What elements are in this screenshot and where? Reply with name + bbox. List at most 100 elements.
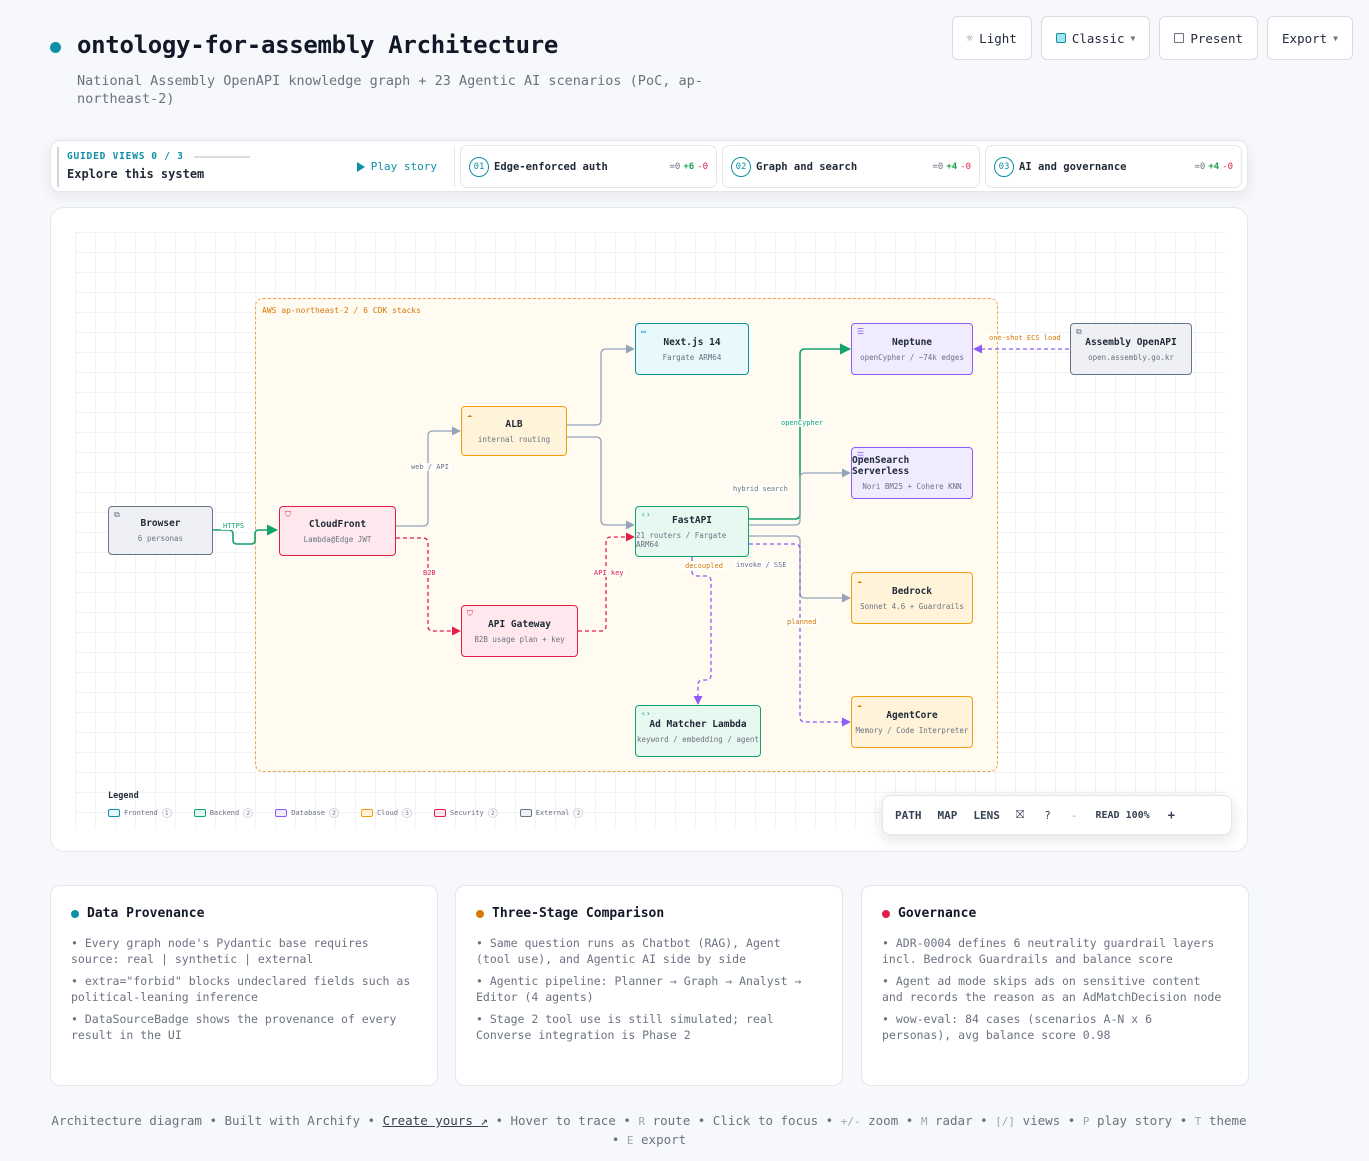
page-subtitle: National Assembly OpenAPI knowledge grap… [77, 73, 703, 107]
guided-views-intro: GUIDED VIEWS 0 / 3 Explore this system P… [57, 147, 449, 187]
style-classic-label: Classic [1071, 30, 1125, 46]
footer-text: Architecture diagram • Built with Archif… [51, 1113, 383, 1128]
present-button[interactable]: Present [1159, 16, 1259, 60]
node-bedrock[interactable]: ☁ Bedrock Sonnet 4.6 + Guardrails [851, 572, 973, 624]
edge-cloudfront-alb [396, 426, 461, 527]
help-button[interactable]: ? [1044, 809, 1051, 822]
card-list: • Same question runs as Chatbot (RAG), A… [476, 935, 822, 1043]
node-subtitle: B2B usage plan + key [474, 634, 565, 644]
edge-fastapi-admatcher [691, 557, 712, 705]
footer-text: • Hover to trace • [487, 1113, 639, 1128]
zoom-level: READ 100% [1095, 809, 1150, 821]
fit-screen-icon[interactable]: ⛝ [1016, 808, 1024, 822]
legend-swatch [519, 809, 532, 817]
node-subtitle: Memory / Code Interpreter [855, 725, 969, 735]
palette-swatch-icon [1055, 33, 1066, 43]
theme-light-label: Light [979, 30, 1017, 46]
node-assembly-openapi[interactable]: ⧉ Assembly OpenAPI open.assembly.go.kr [1070, 323, 1192, 375]
zoom-out-button[interactable]: - [1071, 809, 1078, 822]
card-header: Three-Stage Comparison [476, 906, 822, 921]
sun-icon: ☼ [966, 31, 974, 45]
path-mode-button[interactable]: PATH [895, 809, 922, 822]
window-icon: ▭ [641, 327, 646, 336]
legend-title: Legend [108, 791, 139, 801]
footer-text: play story • [1089, 1113, 1195, 1128]
card-dot [882, 909, 890, 918]
card-list: • Every graph node's Pydantic base requi… [71, 935, 417, 1043]
card-item: • Agentic pipeline: Planner → Graph → An… [476, 974, 802, 1004]
guided-view-1[interactable]: 01 Edge-enforced auth =0 +6 -0 [460, 145, 717, 188]
footer-text: radar • [927, 1113, 996, 1128]
shortcut-key: +/- [840, 1115, 861, 1128]
edge-label-one-shot-ecs-load: one-shot ECS load [987, 334, 1063, 342]
guided-view-3[interactable]: 03 AI and governance =0 +4 -0 [985, 145, 1242, 188]
node-opensearch-serverless[interactable]: ☰ OpenSearch Serverless Nori BM25 + Cohe… [851, 447, 973, 499]
footer-text: export [633, 1132, 687, 1147]
node-browser[interactable]: ⧉ Browser 6 personas [108, 506, 213, 555]
legend-label: Database [291, 809, 325, 817]
node-subtitle: Lambda@Edge JWT [303, 534, 372, 544]
guided-view-stats: =0 +6 -0 [669, 162, 708, 172]
legend-item-cloud[interactable]: Cloud 3 [360, 808, 413, 818]
node-api-gateway[interactable]: ⛉ API Gateway B2B usage plan + key [461, 605, 578, 657]
legend-swatch [275, 809, 288, 817]
footer-text: route • Click to focus • [645, 1113, 841, 1128]
node-title: API Gateway [488, 618, 551, 630]
guided-views-progress-bar [193, 155, 250, 158]
edge-label-api-key: API key [592, 569, 626, 577]
shield-icon: ⛉ [467, 609, 473, 618]
legend-count: 3 [402, 808, 413, 818]
node-ad-matcher-lambda[interactable]: ‹› Ad Matcher Lambda keyword / embedding… [635, 705, 761, 757]
stat-removed: -0 [1222, 161, 1233, 172]
edge-alb-fastapi [567, 436, 635, 530]
card-item: • Every graph node's Pydantic base requi… [71, 936, 369, 966]
node-agentcore[interactable]: ☁ AgentCore Memory / Code Interpreter [851, 696, 973, 748]
guided-views-bar: GUIDED VIEWS 0 / 3 Explore this system P… [50, 140, 1248, 192]
code-brackets-icon: ‹› [641, 709, 651, 718]
guided-view-name: AI and governance [1019, 160, 1127, 173]
guided-view-name: Edge-enforced auth [494, 160, 608, 173]
node-subtitle: 21 routers / Fargate ARM64 [636, 530, 727, 549]
edge-apigw-fastapi [578, 532, 635, 632]
legend-item-external[interactable]: External 2 [519, 808, 584, 818]
card-list: • ADR-0004 defines 6 neutrality guardrai… [882, 935, 1228, 1043]
create-yours-link[interactable]: Create yours ↗ [383, 1113, 488, 1128]
guided-view-stats: =0 +4 -0 [1194, 162, 1233, 172]
card-item: • wow-eval: 84 cases (scenarios A-N x 6 … [882, 1012, 1153, 1042]
node-alb[interactable]: ☁ ALB internal routing [461, 406, 567, 456]
node-nextjs[interactable]: ▭ Next.js 14 Fargate ARM64 [635, 323, 749, 375]
stat-unchanged: =0 [669, 161, 681, 172]
node-fastapi[interactable]: ‹› FastAPI 21 routers / Fargate ARM64 [635, 506, 749, 557]
legend-label: Security [450, 809, 484, 817]
card-item: • ADR-0004 defines 6 neutrality guardrai… [882, 936, 1215, 966]
legend-item-security[interactable]: Security 2 [434, 808, 498, 818]
style-classic-dropdown[interactable]: Classic ▼ [1040, 16, 1151, 60]
legend-item-frontend[interactable]: Frontend 1 [108, 808, 172, 818]
node-subtitle: Fargate ARM64 [662, 352, 722, 362]
card-title: Governance [898, 906, 977, 921]
theme-light-button[interactable]: ☼ Light [951, 16, 1032, 60]
edge-alb-nextjs [567, 344, 635, 426]
card-header: Governance [882, 906, 1228, 921]
node-cloudfront[interactable]: ⛉ CloudFront Lambda@Edge JWT [279, 506, 396, 556]
legend-item-backend[interactable]: Backend 2 [193, 808, 254, 818]
edge-fastapi-opensearch [749, 468, 851, 526]
node-title: Assembly OpenAPI [1085, 336, 1177, 348]
cloud-icon: ☁ [857, 700, 862, 709]
page-title: ontology-for-assembly Architecture [77, 31, 559, 59]
lens-mode-button[interactable]: LENS [973, 809, 1000, 822]
legend-item-database[interactable]: Database 2 [275, 808, 339, 818]
stat-removed: -0 [697, 161, 708, 172]
node-title: Ad Matcher Lambda [649, 718, 747, 730]
export-dropdown[interactable]: Export ▼ [1267, 16, 1353, 60]
guided-view-2[interactable]: 02 Graph and search =0 +4 -0 [722, 145, 980, 188]
zoom-in-button[interactable]: + [1168, 808, 1175, 822]
cloud-icon: ☁ [857, 576, 862, 585]
play-story-button[interactable]: Play story [356, 160, 437, 173]
edge-label-web-api: web / API [409, 463, 451, 471]
map-mode-button[interactable]: MAP [938, 809, 958, 822]
diagram-panel[interactable]: AWS ap-northeast-2 / 6 CDK stacks HTTPS … [50, 207, 1248, 852]
edge-label-hybrid-search: hybrid search [731, 485, 790, 493]
node-neptune[interactable]: ☰ Neptune openCypher / ~74k edges [851, 323, 973, 375]
node-title: OpenSearch Serverless [852, 455, 910, 477]
